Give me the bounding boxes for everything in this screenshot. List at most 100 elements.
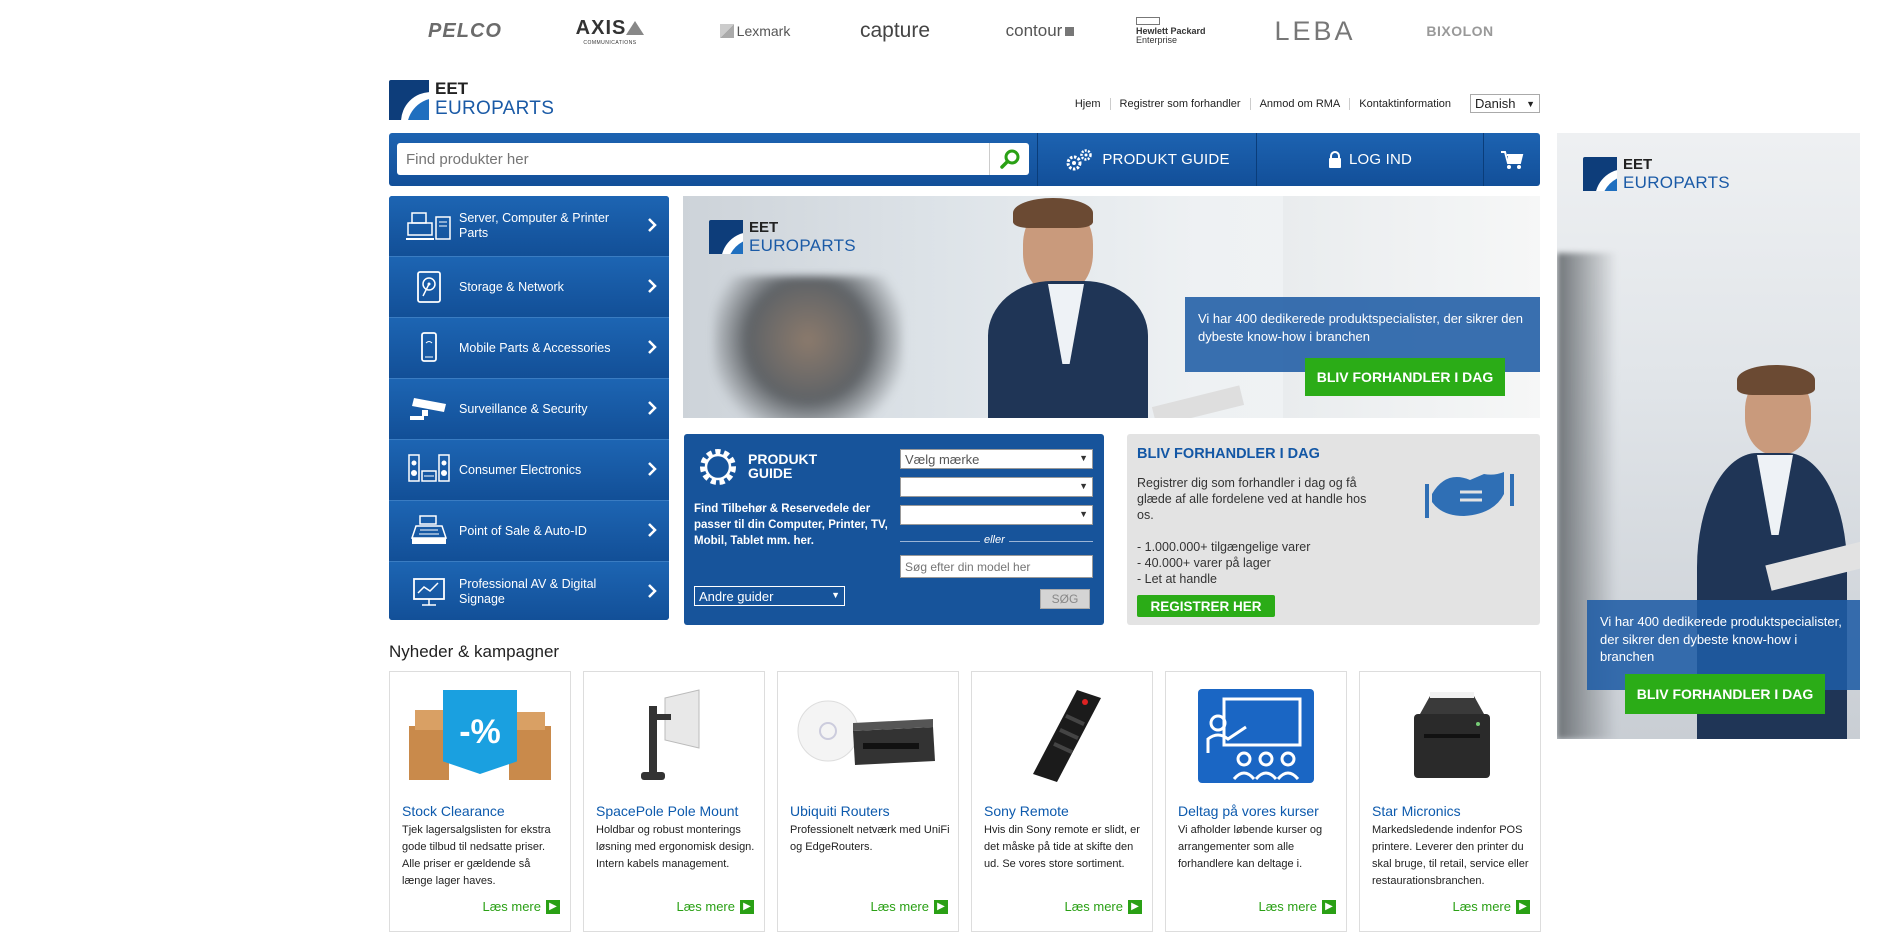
nav-link-home[interactable]: Hjem (1066, 98, 1110, 110)
chevron-right-icon (648, 401, 657, 415)
benefit-item: - 40.000+ varer på lager (1137, 556, 1271, 570)
read-more-link[interactable]: Læs mere ▶ (676, 899, 754, 914)
hero-logo: EET EUROPARTS (709, 220, 856, 254)
read-more-link[interactable]: Læs mere ▶ (1064, 899, 1142, 914)
contour-square-icon (1065, 26, 1075, 36)
brand-logo-lexmark[interactable]: Lexmark (705, 14, 805, 48)
camera-icon (410, 398, 446, 420)
card-title[interactable]: Sony Remote (984, 803, 1069, 819)
card-text: Vi afholder løbende kurser og arrangemen… (1178, 824, 1323, 870)
category-sidebar: Server, Computer & Printer Parts Storage… (389, 196, 669, 620)
hero-banner[interactable]: EET EUROPARTS Vi har 400 dedikerede prod… (683, 196, 1540, 418)
brand-select[interactable]: Vælg mærke ▼ (900, 449, 1093, 469)
nav-link-rma[interactable]: Anmod om RMA (1249, 97, 1350, 110)
arrow-right-icon: ▶ (934, 899, 948, 914)
product-guide-button[interactable]: PRODUKT GUIDE (1038, 133, 1256, 186)
card-image: -% (390, 686, 570, 786)
sidebar-item-server[interactable]: Server, Computer & Printer Parts (389, 196, 669, 257)
card-title[interactable]: Star Micronics (1372, 803, 1461, 819)
hero-text: Vi har 400 dedikerede produktspecialiste… (1198, 311, 1523, 344)
chevron-down-icon: ▼ (1526, 98, 1535, 109)
card-title[interactable]: Ubiquiti Routers (790, 803, 890, 819)
side-banner-cta-button[interactable]: BLIV FORHANDLER I DAG (1625, 674, 1825, 714)
arrow-right-icon: ▶ (1322, 899, 1336, 914)
brand-logo-pelco[interactable]: PELCO (415, 14, 515, 48)
chevron-right-icon (648, 340, 657, 354)
brand-logo-hpe[interactable]: Hewlett Packard Enterprise (1130, 14, 1230, 48)
search-input[interactable] (397, 143, 1029, 175)
chevron-right-icon (648, 279, 657, 293)
chevron-right-icon (648, 462, 657, 476)
other-guides-select[interactable]: Andre guider ▼ (694, 586, 845, 606)
model-select[interactable]: ▼ (900, 505, 1093, 525)
language-select[interactable]: Danish ▼ (1470, 94, 1540, 113)
nav-link-contact[interactable]: Kontaktinformation (1349, 97, 1460, 110)
harddisk-icon (417, 271, 441, 303)
sidebar-item-storage[interactable]: Storage & Network (389, 257, 669, 318)
news-heading: Nyheder & kampagner (389, 642, 560, 661)
hpe-box-icon (1136, 16, 1160, 25)
discount-badge: -% (443, 690, 517, 774)
card-image (1360, 686, 1540, 786)
read-more-link[interactable]: Læs mere ▶ (1258, 899, 1336, 914)
news-card[interactable]: Ubiquiti Routers Professionelt netværk m… (777, 671, 959, 932)
read-more-link[interactable]: Læs mere ▶ (870, 899, 948, 914)
card-title[interactable]: Stock Clearance (402, 803, 505, 819)
sidebar-item-consumer-electronics[interactable]: Consumer Electronics (389, 440, 669, 501)
arrow-right-icon: ▶ (740, 899, 754, 914)
sidebar-item-pos[interactable]: Point of Sale & Auto-ID (389, 501, 669, 562)
arrow-right-icon: ▶ (1128, 899, 1142, 914)
news-card[interactable]: SpacePole Pole Mount Holdbar og robust m… (583, 671, 765, 932)
card-text: Tjek lagersalgslisten for ekstra gode ti… (402, 824, 551, 887)
model-search-input[interactable] (900, 555, 1093, 578)
news-card[interactable]: Sony Remote Hvis din Sony remote er slid… (971, 671, 1153, 932)
brand-logo-leba[interactable]: LEBA (1265, 14, 1365, 48)
brand-logo-contour[interactable]: contour (990, 14, 1090, 48)
side-banner[interactable]: EET EUROPARTS Vi har 400 dedikerede prod… (1557, 133, 1860, 739)
cart-button[interactable] (1484, 133, 1540, 186)
card-image (972, 686, 1152, 786)
site-logo[interactable]: EET EUROPARTS (389, 80, 554, 120)
chevron-down-icon: ▼ (1079, 509, 1088, 519)
product-guide-box: PRODUKT GUIDE Find Tilbehør & Reservedel… (684, 434, 1104, 625)
brand-logo-bixolon[interactable]: BIXOLON (1410, 14, 1510, 48)
presentation-icon (413, 578, 445, 606)
card-text: Professionelt netværk med UniFi og EdgeR… (790, 824, 950, 853)
read-more-link[interactable]: Læs mere ▶ (1452, 899, 1530, 914)
guide-title: PRODUKT GUIDE (748, 451, 818, 481)
benefit-item: - 1.000.000+ tilgængelige varer (1137, 540, 1311, 554)
card-text: Hvis din Sony remote er slidt, er det må… (984, 824, 1140, 870)
or-divider: eller (900, 534, 1093, 548)
news-card[interactable]: Deltag på vores kurser Vi afholder løben… (1165, 671, 1347, 932)
search-button[interactable] (989, 143, 1030, 175)
chevron-down-icon: ▼ (831, 590, 840, 600)
product-type-select[interactable]: ▼ (900, 477, 1093, 497)
card-title[interactable]: SpacePole Pole Mount (596, 803, 738, 819)
brand-logo-capture[interactable]: capture (845, 14, 945, 48)
gear-icon (700, 449, 736, 485)
sidebar-item-mobile[interactable]: Mobile Parts & Accessories (389, 318, 669, 379)
speaker-icon (408, 454, 450, 482)
register-benefits: - 1.000.000+ tilgængelige varer - 40.000… (1137, 539, 1310, 587)
brand-logo-axis[interactable]: AXIS COMMUNICATIONS (560, 14, 660, 48)
read-more-link[interactable]: Læs mere ▶ (482, 899, 560, 914)
chevron-down-icon: ▼ (1079, 453, 1088, 463)
card-title[interactable]: Deltag på vores kurser (1178, 803, 1319, 819)
hero-cta-button[interactable]: BLIV FORHANDLER I DAG (1305, 358, 1505, 396)
arrow-right-icon: ▶ (1516, 899, 1530, 914)
search-toolbar: PRODUKT GUIDE LOG IND (389, 133, 1540, 186)
news-card[interactable]: -% Stock Clearance Tjek lagersalgslisten… (389, 671, 571, 932)
benefit-item: - Let at handle (1137, 572, 1217, 586)
nav-link-register[interactable]: Registrer som forhandler (1109, 97, 1250, 110)
top-navigation: Hjem Registrer som forhandler Anmod om R… (1066, 94, 1540, 113)
news-card[interactable]: Star Micronics Markedsledende indenfor P… (1359, 671, 1541, 932)
chevron-right-icon (648, 218, 657, 232)
chevron-down-icon: ▼ (1079, 481, 1088, 491)
course-icon (1198, 689, 1314, 783)
guide-description: Find Tilbehør & Reservedele der passer t… (694, 503, 888, 547)
guide-search-button[interactable]: SØG (1040, 589, 1090, 609)
sidebar-item-surveillance[interactable]: Surveillance & Security (389, 379, 669, 440)
login-button[interactable]: LOG IND (1257, 133, 1483, 186)
register-button[interactable]: REGISTRER HER (1137, 595, 1275, 617)
sidebar-item-professional-av[interactable]: Professional AV & Digital Signage (389, 562, 669, 620)
